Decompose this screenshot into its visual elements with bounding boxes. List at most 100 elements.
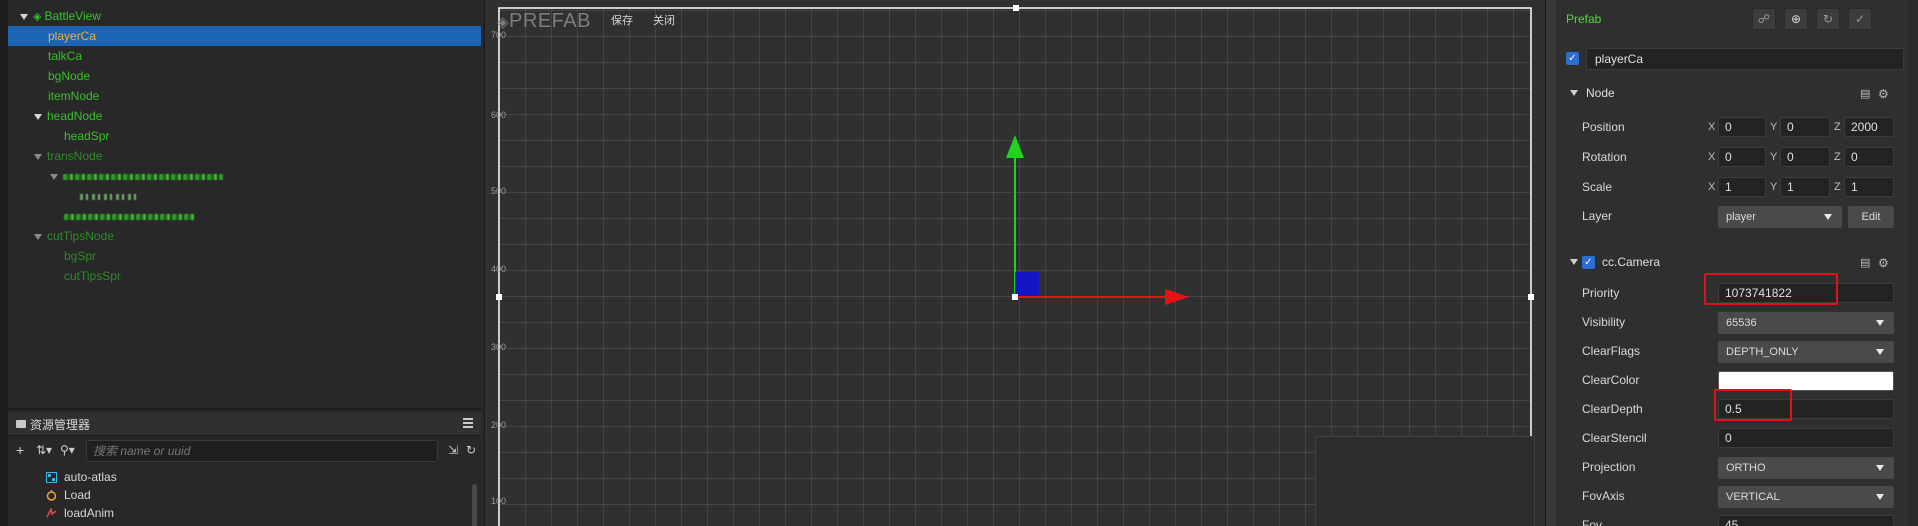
collapse-arrow-icon[interactable] [1570,259,1578,265]
scale-x-field[interactable]: 1 [1718,177,1766,197]
select-value: ORTHO [1726,462,1766,474]
axis-label: X [1708,181,1716,193]
clearcolor-swatch[interactable] [1718,371,1894,391]
camera-section-header[interactable]: ✓ cc.Camera ▤ ⚙ [1556,251,1918,273]
highlight-annotation [1714,389,1792,421]
expand-arrow-icon[interactable] [50,173,58,180]
tree-item-bgspr[interactable]: bgSpr [8,246,481,266]
revert-icon[interactable]: ↻ [1816,8,1840,30]
axis-label: Y [1770,181,1778,193]
expand-arrow-icon[interactable] [34,153,42,160]
close-button[interactable]: 关闭 [653,12,675,28]
camera-enabled-checkbox[interactable]: ✓ [1582,256,1595,269]
tree-item-cuttipsspr[interactable]: cutTipsSpr [8,266,481,286]
collapse-arrow-icon[interactable] [1570,90,1578,96]
fov-row: Fov 45 [1556,514,1918,526]
tree-item-itemnode[interactable]: itemNode [8,86,481,106]
prop-label: Position [1582,120,1625,134]
expand-arrow-icon[interactable] [34,233,42,240]
search-filter-icon[interactable]: ⚲▾ [60,442,75,458]
axis-label: Y [1770,151,1778,163]
rotation-z-field[interactable]: 0 [1844,147,1894,167]
fov-field[interactable]: 45 [1718,515,1894,526]
position-z-field[interactable]: 2000 [1844,117,1894,137]
redacted-text [64,213,194,220]
redacted-text [63,173,223,180]
tree-item-transnode[interactable]: transNode [8,146,481,166]
tree-item-bgnode[interactable]: bgNode [8,66,481,86]
position-x-field[interactable]: 0 [1718,117,1766,137]
redacted-text [80,193,136,200]
editor-window: ◈ BattleView playerCa talkCa bgNode itemN… [0,0,1918,526]
expand-arrow-icon[interactable] [34,113,42,120]
scene-view[interactable]: 700 600 500 400 300 200 100 ◈PREFAB 保存 关… [484,0,1546,526]
locate-icon[interactable]: ⊕ [1784,8,1808,30]
layer-edit-button[interactable]: Edit [1848,206,1894,228]
projection-select[interactable]: ORTHO [1718,457,1894,479]
camera-preview-box [1315,436,1535,526]
menu-icon[interactable] [463,418,473,428]
sort-icon[interactable]: ⇅▾ [36,442,52,458]
asset-item-label[interactable]: Load [64,486,91,504]
add-icon[interactable]: + [16,442,24,458]
book-icon[interactable]: ▤ [1860,256,1872,269]
tree-item-label: bgNode [48,69,91,83]
asset-item-label[interactable]: auto-atlas [64,468,117,486]
inspector-scrollbar[interactable] [1908,0,1918,526]
rotation-x-field[interactable]: 0 [1718,147,1766,167]
position-y-field[interactable]: 0 [1780,117,1830,137]
tree-item-headnode[interactable]: headNode [8,106,481,126]
select-value: player [1726,211,1756,223]
assets-scrollbar[interactable] [472,484,477,526]
apply-icon[interactable]: ✓ [1848,8,1872,30]
axis-label: X [1708,121,1716,133]
clearflags-select[interactable]: DEPTH_ONLY [1718,341,1894,363]
prop-label: ClearFlags [1582,344,1641,358]
assets-tab[interactable]: 资源管理器 [8,412,481,436]
tree-item-headspr[interactable]: headSpr [8,126,481,146]
tree-item-talkca[interactable]: talkCa [8,46,481,66]
search-input[interactable]: 搜索 name or uuid [86,440,438,462]
assets-panel: 资源管理器 + ⇅▾ ⚲▾ ⇲ ↻ 搜索 name or uuid auto-a… [8,408,481,526]
scene-file-icon [46,490,57,501]
scale-y-field[interactable]: 1 [1780,177,1830,197]
node-section-header[interactable]: Node ▤ ⚙ [1556,82,1918,104]
axis-label: Z [1834,121,1841,133]
node-name-input[interactable]: playerCa [1586,48,1904,70]
atlas-icon [46,472,57,483]
node-name-row: ✓ playerCa [1566,48,1906,70]
asset-item-label[interactable]: loadAnim [64,504,114,522]
layer-select[interactable]: player [1718,206,1842,228]
ruler-tick: 200 [491,420,507,430]
collapse-icon[interactable]: ⇲ [448,442,458,458]
section-title: cc.Camera [1602,255,1661,269]
scale-z-field[interactable]: 1 [1844,177,1894,197]
tree-item-label: BattleView [44,9,101,23]
prefab-icon: ◈ [497,14,510,31]
tree-item-redacted-2[interactable] [8,186,481,206]
refresh-icon[interactable]: ↻ [466,442,476,458]
layer-row: Layer player Edit [1556,205,1918,229]
inspector-panel: Prefab ☍ ⊕ ↻ ✓ ✓ playerCa Node ▤ ⚙ Posit… [1546,0,1918,526]
gear-icon[interactable]: ⚙ [1878,87,1890,101]
link-icon[interactable]: ☍ [1752,8,1776,30]
book-icon[interactable]: ▤ [1860,87,1872,100]
fovaxis-select[interactable]: VERTICAL [1718,486,1894,508]
expand-arrow-icon[interactable] [20,13,28,20]
clearstencil-field[interactable]: 0 [1718,428,1894,448]
tree-item-redacted-3[interactable] [8,206,481,226]
node-active-checkbox[interactable]: ✓ [1566,52,1579,65]
tree-item-battleview[interactable]: ◈ BattleView [8,6,481,26]
visibility-select[interactable]: 65536 [1718,312,1894,334]
rotation-y-field[interactable]: 0 [1780,147,1830,167]
tree-item-playerca[interactable]: playerCa [8,26,481,46]
tree-item-cuttipsnode[interactable]: cutTipsNode [8,226,481,246]
prefab-node-icon: ◈ [33,11,42,23]
save-button[interactable]: 保存 [611,12,633,28]
tree-item-redacted-1[interactable] [8,166,481,186]
section-title: Node [1586,86,1615,100]
gear-icon[interactable]: ⚙ [1878,256,1890,270]
inspector-gutter [1546,0,1556,526]
inspector-title: Prefab [1566,12,1602,26]
chevron-down-icon [1876,465,1884,471]
